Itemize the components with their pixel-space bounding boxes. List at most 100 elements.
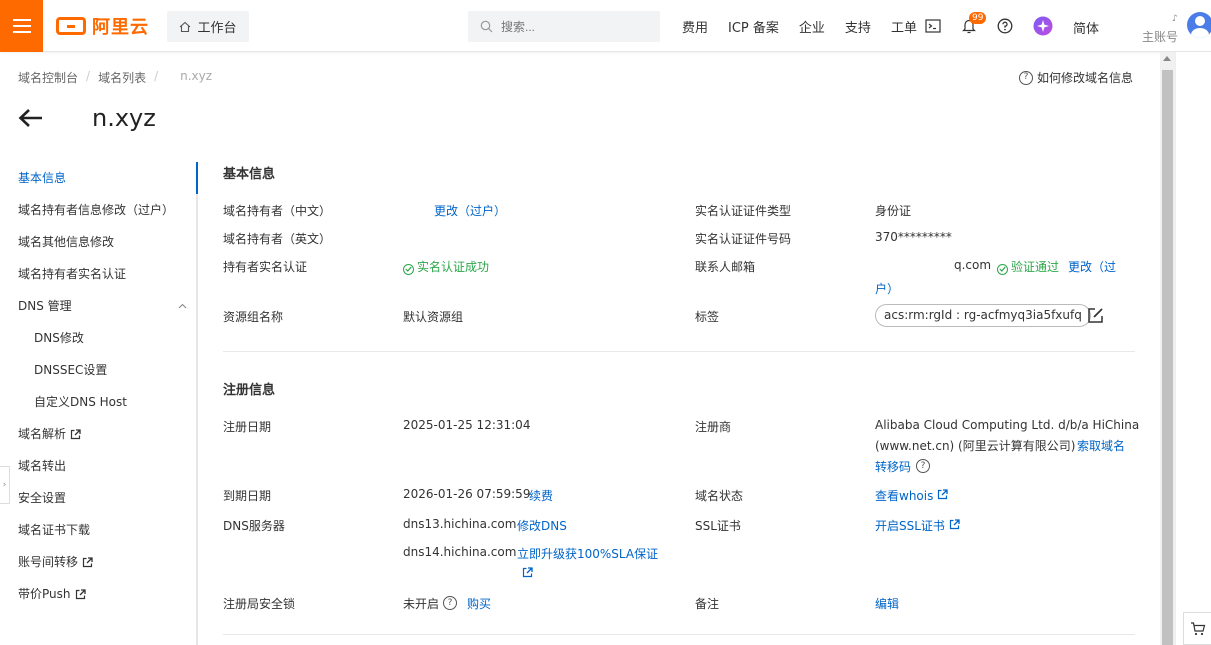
sidebar-item-account-transfer[interactable]: 账号间转移 (0, 546, 198, 578)
check-circle-icon (403, 263, 414, 275)
sidebar-item-custom-dns-host[interactable]: 自定义DNS Host (0, 386, 198, 418)
edit-icon[interactable] (1087, 307, 1104, 324)
sidebar-item-label: DNSSEC设置 (34, 363, 108, 377)
sidebar-item-basic-info[interactable]: 基本信息 (0, 162, 198, 194)
sidebar-item-other-info[interactable]: 域名其他信息修改 (0, 226, 198, 258)
expire-date-label: 到期日期 (223, 489, 272, 503)
owner-cn-label: 域名持有者（中文） (223, 204, 332, 218)
breadcrumb-domain-list[interactable]: 域名列表 (98, 69, 146, 86)
sidebar: 基本信息 域名持有者信息修改（过户） 域名其他信息修改 域名持有者实名认证 DN… (0, 162, 198, 610)
sidebar-item-realname[interactable]: 域名持有者实名认证 (0, 258, 198, 290)
nav-billing[interactable]: 费用 (682, 17, 708, 36)
cert-no-label: 实名认证证件号码 (695, 232, 792, 246)
reg-date-label: 注册日期 (223, 420, 272, 434)
sidebar-item-label: 域名持有者信息修改（过户） (18, 203, 175, 217)
right-side-strip (1175, 52, 1211, 645)
workbench-label: 工作台 (197, 21, 237, 36)
buy-lock-link[interactable]: 购买 (467, 595, 491, 612)
nav-icp[interactable]: ICP 备案 (728, 17, 779, 36)
external-link-icon[interactable] (522, 567, 533, 578)
aliyun-logo[interactable]: 阿里云 (56, 14, 149, 38)
global-search[interactable] (468, 11, 660, 42)
email-change-link[interactable]: 更改（过 (1068, 258, 1116, 275)
external-link-icon (949, 519, 960, 530)
section-title-registration: 注册信息 (223, 383, 276, 398)
dns-server-label: DNS服务器 (223, 519, 285, 533)
sidebar-item-label: 自定义DNS Host (34, 395, 127, 409)
aliyun-logo-mark-icon (56, 17, 86, 35)
home-icon (180, 21, 191, 32)
edit-note-link[interactable]: 编辑 (875, 595, 899, 612)
sidebar-item-owner-transfer[interactable]: 域名持有者信息修改（过户） (0, 194, 198, 226)
breadcrumb-separator: / (154, 69, 159, 83)
account-name-fragment: ♪ (1172, 14, 1178, 24)
external-link-icon (938, 489, 948, 500)
tag-chip[interactable]: acs:rm:rgId : rg-acfmyq3ia5fxufq (875, 304, 1091, 327)
domain-status-label: 域名状态 (695, 489, 744, 503)
sidebar-collapse-handle[interactable]: › (0, 466, 10, 504)
get-transfer-code-link-wrap[interactable]: 转移码 (875, 458, 911, 475)
sidebar-item-push[interactable]: 带价Push (0, 578, 198, 610)
how-to-modify-link[interactable]: ? 如何修改域名信息 (1019, 69, 1133, 86)
ssl-label: SSL证书 (695, 519, 741, 533)
menu-hamburger-icon[interactable] (0, 0, 43, 52)
check-circle-icon (997, 263, 1008, 275)
sidebar-item-label: 带价Push (18, 587, 71, 601)
top-nav-links: 费用 ICP 备案 企业 支持 工单 (682, 0, 937, 52)
registrar-label: 注册商 (695, 420, 732, 434)
question-circle-icon: ? (1019, 70, 1033, 85)
expire-date-value: 2026-01-26 07:59:59 (403, 487, 531, 501)
realname-label: 持有者实名认证 (223, 260, 308, 274)
help-icon[interactable] (995, 16, 1015, 36)
breadcrumb-domain-console[interactable]: 域名控制台 (18, 69, 78, 86)
sidebar-item-dnssec[interactable]: DNSSEC设置 (0, 354, 198, 386)
language-switch[interactable]: 简体 (1073, 18, 1099, 37)
search-input[interactable] (501, 19, 641, 34)
ssl-link[interactable]: 开启SSL证书 (875, 517, 960, 534)
sidebar-item-label: 账号间转移 (18, 555, 79, 569)
back-arrow-icon[interactable] (18, 108, 44, 128)
renew-link[interactable]: 续费 (529, 487, 553, 504)
sidebar-item-dns-resolve[interactable]: 域名解析 (0, 418, 198, 450)
sidebar-item-label: 域名解析 (18, 427, 67, 441)
sidebar-item-dns-management[interactable]: DNS 管理 (0, 290, 198, 322)
nav-enterprise[interactable]: 企业 (799, 17, 825, 36)
upgrade-sla-link[interactable]: 立即升级获100%SLA保证 (517, 545, 658, 562)
email-verified-text: 验证通过 (1011, 260, 1060, 274)
section-divider (223, 634, 1135, 635)
account-type-label[interactable]: 主账号 (1142, 28, 1178, 45)
sidebar-item-dns-modify[interactable]: DNS修改 (0, 322, 198, 354)
section-title-basic: 基本信息 (223, 167, 276, 182)
cart-icon[interactable] (1183, 612, 1211, 645)
get-transfer-code-link[interactable]: 索取域名 (1077, 437, 1125, 454)
registrar-line2: (www.net.cn) (阿里云计算有限公司) (875, 439, 1076, 453)
note-label: 备注 (695, 597, 720, 611)
sidebar-item-security[interactable]: 安全设置 (0, 482, 198, 514)
realname-status-text: 实名认证成功 (417, 260, 490, 274)
nav-ticket[interactable]: 工单 (891, 17, 917, 36)
scroll-up-arrow-icon[interactable] (1163, 56, 1171, 61)
ssl-link-text: 开启SSL证书 (875, 519, 945, 533)
terminal-icon[interactable] (923, 16, 943, 36)
resource-group-value: 默认资源组 (403, 310, 464, 324)
sidebar-item-label: DNS 管理 (18, 299, 72, 313)
sidebar-item-label: 域名持有者实名认证 (18, 267, 127, 281)
scrollbar-thumb[interactable] (1162, 70, 1173, 645)
ai-assistant-icon[interactable] (1033, 16, 1053, 36)
email-change-link-wrap[interactable]: 户） (875, 280, 899, 297)
question-circle-icon[interactable]: ? (443, 596, 457, 610)
sidebar-item-transfer-out[interactable]: 域名转出 (0, 450, 198, 482)
workbench-button[interactable]: 工作台 (167, 11, 249, 42)
chevron-up-icon (178, 303, 187, 309)
question-circle-icon[interactable]: ? (916, 459, 930, 473)
user-avatar[interactable] (1187, 12, 1211, 38)
modify-dns-link[interactable]: 修改DNS (517, 517, 567, 534)
notification-badge: 99 (969, 12, 987, 24)
nav-support[interactable]: 支持 (845, 17, 871, 36)
owner-change-link[interactable]: 更改（过户） (434, 202, 506, 219)
external-link-icon (70, 428, 81, 439)
whois-link[interactable]: 查看whois (875, 487, 948, 504)
breadcrumb-separator: / (86, 69, 91, 83)
sidebar-item-label: 安全设置 (18, 491, 67, 505)
sidebar-item-certificate[interactable]: 域名证书下载 (0, 514, 198, 546)
